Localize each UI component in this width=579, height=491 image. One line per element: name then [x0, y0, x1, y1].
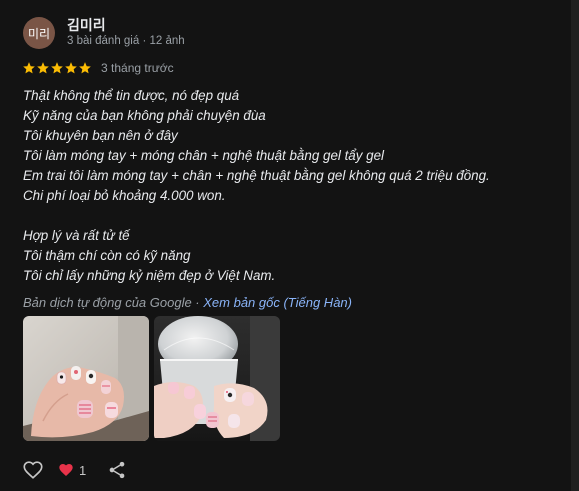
heart-outline-icon	[23, 461, 43, 479]
rating-row: 3 tháng trước	[22, 60, 174, 76]
review-photo-1[interactable]	[23, 316, 149, 441]
review-line-gap	[23, 206, 543, 226]
reviewer-name[interactable]: 김미리	[67, 15, 106, 35]
scrollbar[interactable]	[571, 0, 579, 491]
review-line: Em trai tôi làm móng tay + chân + nghệ t…	[23, 168, 490, 183]
star-icon	[23, 62, 35, 74]
star-icon	[51, 62, 63, 74]
review-line: Tôi khuyên bạn nên ở đây	[23, 128, 178, 143]
view-original-link[interactable]: Xem bản gốc (Tiếng Hàn)	[203, 295, 352, 310]
heart-filled-icon	[59, 464, 73, 476]
review-text: Thật không thể tin được, nó đẹp quá Kỹ n…	[23, 86, 543, 286]
reviewer-meta: 3 bài đánh giá · 12 ảnh	[67, 35, 185, 47]
translation-note: Bản dịch tự động của Google · Xem bản gố…	[23, 295, 352, 310]
review-line: Kỹ năng của bạn không phải chuyện đùa	[23, 108, 266, 123]
nail-photo-2	[154, 316, 280, 441]
star-icon	[79, 62, 91, 74]
star-icon	[65, 62, 77, 74]
star-rating	[22, 61, 92, 75]
review-line: Hợp lý và rất tử tế	[23, 228, 130, 243]
avatar-text: 미리	[27, 26, 51, 41]
translation-label: Bản dịch tự động của Google ·	[23, 295, 204, 310]
review-photo-2[interactable]	[154, 316, 280, 441]
review-line: Tôi thậm chí còn có kỹ năng	[23, 248, 191, 263]
share-icon	[109, 461, 125, 479]
review-line: Thật không thể tin được, nó đẹp quá	[23, 88, 240, 103]
review-actions: 1	[22, 459, 127, 481]
star-icon	[37, 62, 49, 74]
nail-photo-1	[23, 316, 149, 441]
review-line: Tôi chỉ lấy những kỷ niệm đẹp ở Việt Nam…	[23, 268, 276, 283]
like-button[interactable]	[22, 459, 44, 481]
share-button[interactable]	[107, 460, 127, 480]
review-time: 3 tháng trước	[101, 61, 174, 75]
review-line: Tôi làm móng tay + móng chân + nghệ thuậ…	[23, 148, 385, 163]
loved-count-group: 1	[58, 462, 86, 478]
loved-count: 1	[79, 462, 87, 478]
review-card: 미리 김미리 3 bài đánh giá · 12 ảnh 3 tháng t…	[0, 0, 571, 491]
avatar[interactable]: 미리	[23, 17, 55, 49]
review-line: Chi phí loại bỏ khoảng 4.000 won.	[23, 188, 226, 203]
